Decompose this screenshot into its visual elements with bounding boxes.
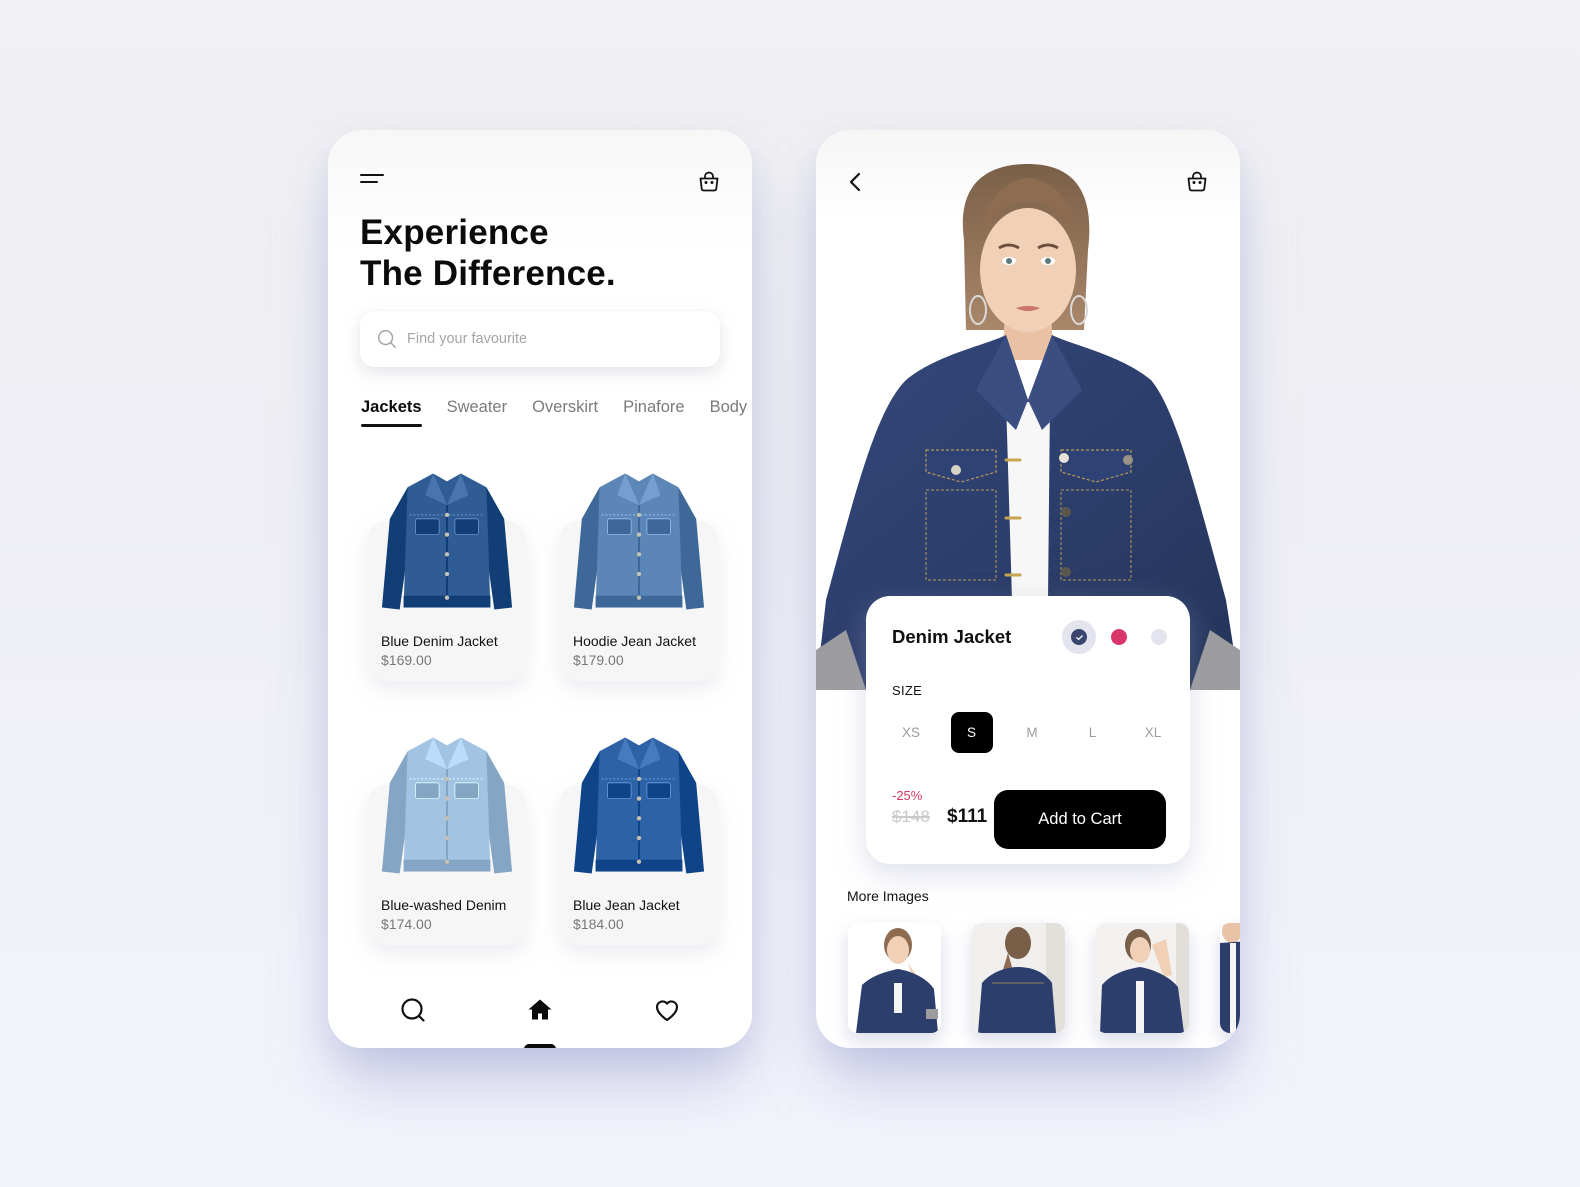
color-option-navy[interactable] (1062, 620, 1096, 654)
denim-jacket-image (573, 737, 705, 874)
model-front-pose-image (848, 923, 941, 1033)
color-swatches (1062, 620, 1182, 654)
product-card[interactable]: Blue-washed Denim $174.00 (368, 719, 526, 945)
gallery-thumbnail[interactable] (972, 923, 1065, 1033)
page-headline: Experience The Difference. (360, 212, 616, 294)
product-price: $169.00 (381, 652, 432, 668)
search-bar[interactable] (360, 311, 720, 367)
gallery-thumbnail[interactable] (1220, 923, 1240, 1033)
jacket-button (444, 859, 450, 864)
heart-icon[interactable] (653, 996, 681, 1024)
color-swatch (1071, 629, 1087, 645)
product-title: Denim Jacket (892, 626, 1012, 647)
jacket-button (636, 512, 642, 518)
jacket-button (444, 835, 450, 841)
tab-jackets[interactable]: Jackets (361, 398, 422, 427)
model-pose-image (1220, 923, 1240, 1033)
model-back-pose-image (972, 923, 1065, 1033)
hamburger-menu-icon[interactable] (360, 174, 386, 188)
jacket-button (636, 552, 642, 557)
tab-sweater[interactable]: Sweater (447, 398, 508, 427)
chevron-left-icon[interactable] (844, 170, 868, 194)
jacket-pocket-right (454, 782, 479, 799)
jacket-pocket-right (646, 782, 671, 799)
jacket-button (444, 776, 450, 782)
product-price: $179.00 (573, 652, 624, 668)
denim-jacket-image (573, 473, 705, 610)
jacket-button (636, 571, 642, 577)
jacket-button (444, 571, 450, 577)
jacket-button (444, 532, 450, 537)
product-name: Blue Jean Jacket (573, 897, 680, 913)
jacket-button (444, 552, 450, 557)
jacket-pocket-left (607, 518, 632, 535)
jacket-pocket-left (415, 518, 440, 535)
color-option-lavender[interactable] (1142, 620, 1176, 654)
size-option-xs[interactable]: XS (890, 712, 932, 753)
size-option-m[interactable]: M (1011, 712, 1053, 753)
jacket-button (636, 532, 642, 537)
tab-body[interactable]: Body (710, 398, 748, 427)
size-option-l[interactable]: L (1072, 712, 1114, 753)
more-images-title: More Images (847, 888, 929, 904)
color-swatch (1151, 629, 1167, 645)
jacket-button (444, 816, 450, 821)
jacket-pocket-right (454, 518, 479, 535)
shopping-bag-icon[interactable] (1185, 170, 1209, 194)
size-selector: XS S M L XL (890, 712, 1174, 753)
original-price: $148 (892, 807, 930, 826)
product-price: $174.00 (381, 916, 432, 932)
jacket-button (636, 835, 642, 841)
model-side-pose-image (1096, 923, 1189, 1033)
search-input[interactable] (407, 331, 687, 347)
color-option-pink[interactable] (1102, 620, 1136, 654)
product-name: Blue Denim Jacket (381, 633, 498, 649)
product-detail-card: Denim Jacket SIZE XS S M L XL -25% $148 … (866, 596, 1190, 864)
sale-price: $111 (947, 806, 988, 827)
search-icon[interactable] (399, 996, 427, 1024)
headline-line-2: The Difference. (360, 254, 616, 293)
active-tab-indicator (524, 1044, 556, 1048)
product-price: $184.00 (573, 916, 624, 932)
jacket-pocket-left (415, 782, 440, 799)
product-name: Blue-washed Denim (381, 897, 507, 913)
product-detail-screen: Denim Jacket SIZE XS S M L XL -25% $148 … (816, 130, 1240, 1048)
denim-jacket-image (381, 473, 513, 610)
bottom-navigation (328, 978, 752, 1048)
jacket-button (636, 816, 642, 821)
jacket-button (636, 859, 642, 864)
jacket-button (444, 595, 450, 600)
add-to-cart-button[interactable]: Add to Cart (994, 790, 1166, 849)
jacket-button (444, 512, 450, 518)
gallery-thumbnail[interactable] (1096, 923, 1189, 1033)
jacket-button (636, 595, 642, 600)
product-name: Hoodie Jean Jacket (573, 633, 696, 649)
discount-badge: -25% (892, 788, 923, 803)
denim-jacket-image (381, 737, 513, 874)
tab-overskirt[interactable]: Overskirt (532, 398, 598, 427)
category-tabs: Jackets Sweater Overskirt Pinafore Body (361, 398, 752, 427)
jacket-button (444, 796, 450, 801)
color-swatch (1111, 629, 1127, 645)
tab-pinafore[interactable]: Pinafore (623, 398, 684, 427)
size-option-s[interactable]: S (950, 712, 993, 753)
product-card[interactable]: Blue Jean Jacket $184.00 (560, 719, 718, 945)
product-card[interactable]: Hoodie Jean Jacket $179.00 (560, 455, 718, 681)
search-icon (378, 330, 396, 348)
shopping-bag-icon[interactable] (697, 170, 721, 194)
jacket-button (636, 776, 642, 782)
product-card[interactable]: Blue Denim Jacket $169.00 (368, 455, 526, 681)
jacket-button (636, 796, 642, 801)
checkmark-icon (1075, 634, 1083, 640)
size-label: SIZE (892, 683, 923, 698)
more-images-carousel[interactable] (848, 923, 1240, 1033)
size-option-xl[interactable]: XL (1132, 712, 1174, 753)
home-screen: Experience The Difference. Jackets Sweat… (328, 130, 752, 1048)
jacket-pocket-left (607, 782, 632, 799)
headline-line-1: Experience (360, 213, 549, 252)
gallery-thumbnail[interactable] (848, 923, 941, 1033)
home-icon[interactable] (526, 996, 554, 1024)
jacket-pocket-right (646, 518, 671, 535)
